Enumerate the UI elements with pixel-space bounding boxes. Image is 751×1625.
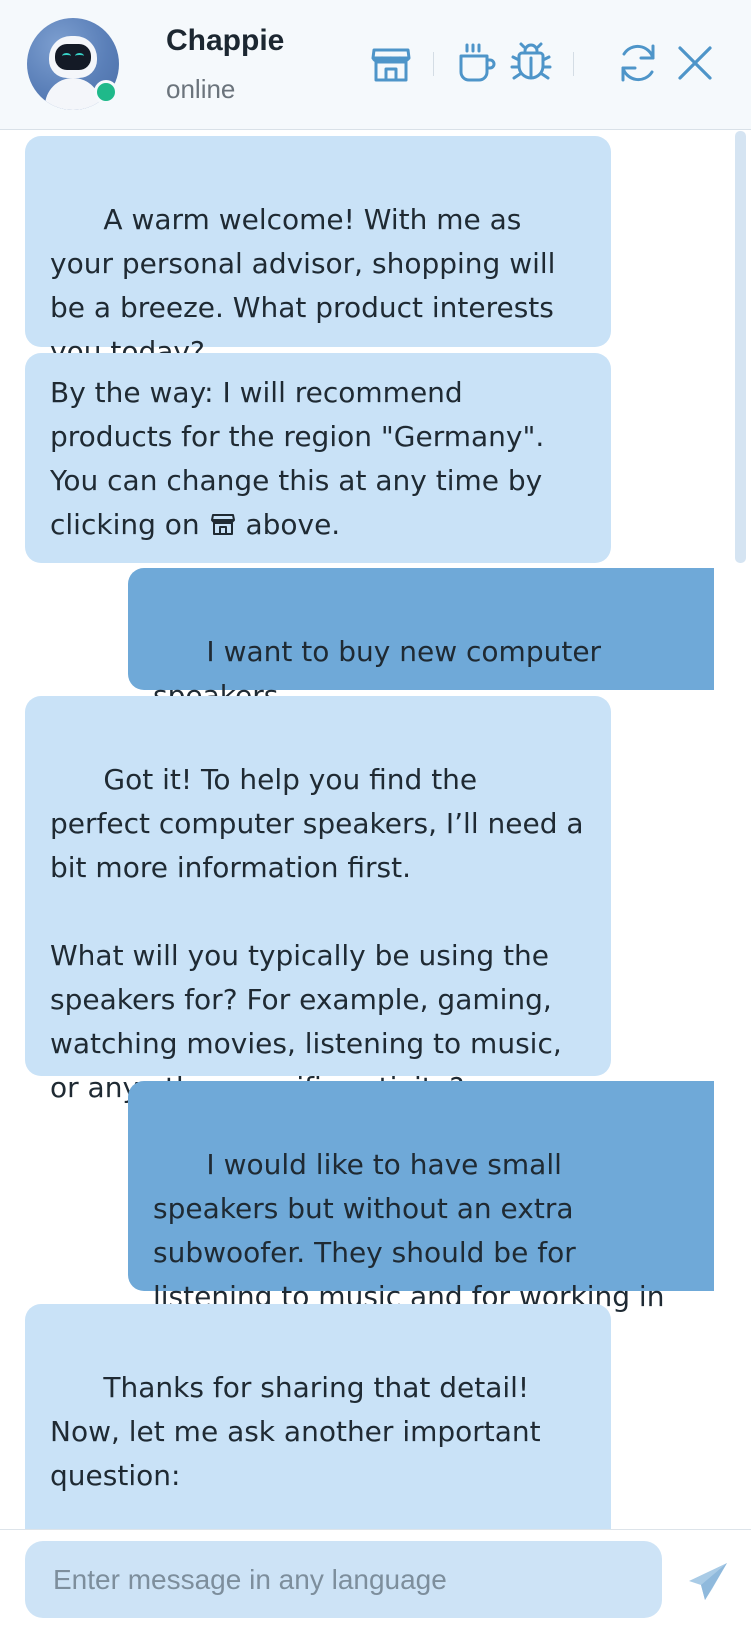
robot-face xyxy=(55,44,91,70)
refresh-icon[interactable] xyxy=(615,40,661,86)
robot-eye-right xyxy=(75,53,84,59)
coffee-icon[interactable] xyxy=(453,40,499,86)
message-text: Thanks for sharing that detail! Now, let… xyxy=(50,1371,541,1492)
close-icon[interactable] xyxy=(672,40,718,86)
bot-message: By the way: I will recommend products fo… xyxy=(25,353,611,563)
message-list[interactable]: A warm welcome! With me as your personal… xyxy=(0,131,751,1529)
bot-message: A warm welcome! With me as your personal… xyxy=(25,136,611,368)
chat-scrollbar[interactable] xyxy=(735,131,746,563)
user-message: I would like to have small speakers but … xyxy=(128,1081,714,1357)
chat-header: Chappie online xyxy=(0,0,751,130)
bot-status: online xyxy=(166,74,236,104)
bot-name: Chappie xyxy=(166,24,285,57)
header-separator xyxy=(433,52,434,76)
send-icon[interactable] xyxy=(686,1560,730,1604)
message-text: A warm welcome! With me as your personal… xyxy=(50,203,565,368)
chat-widget: Chappie online A warm welcome! With me a… xyxy=(0,0,751,1625)
message-input[interactable] xyxy=(25,1541,662,1618)
header-separator xyxy=(573,52,574,76)
robot-head xyxy=(49,36,97,78)
store-icon[interactable] xyxy=(368,40,414,86)
bug-icon[interactable] xyxy=(508,40,554,86)
online-indicator xyxy=(94,80,118,104)
user-message: I want to buy new computer speakers. xyxy=(128,568,714,712)
robot-eye-left xyxy=(62,53,71,59)
bot-message: Got it! To help you find the perfect com… xyxy=(25,696,611,1104)
message-text: Got it! To help you find the perfect com… xyxy=(50,763,584,1104)
robot-body xyxy=(45,78,101,110)
bot-message: Thanks for sharing that detail! Now, let… xyxy=(25,1304,611,1529)
store-icon xyxy=(209,507,237,535)
input-bar xyxy=(0,1529,751,1625)
message-text: above. xyxy=(236,508,341,541)
